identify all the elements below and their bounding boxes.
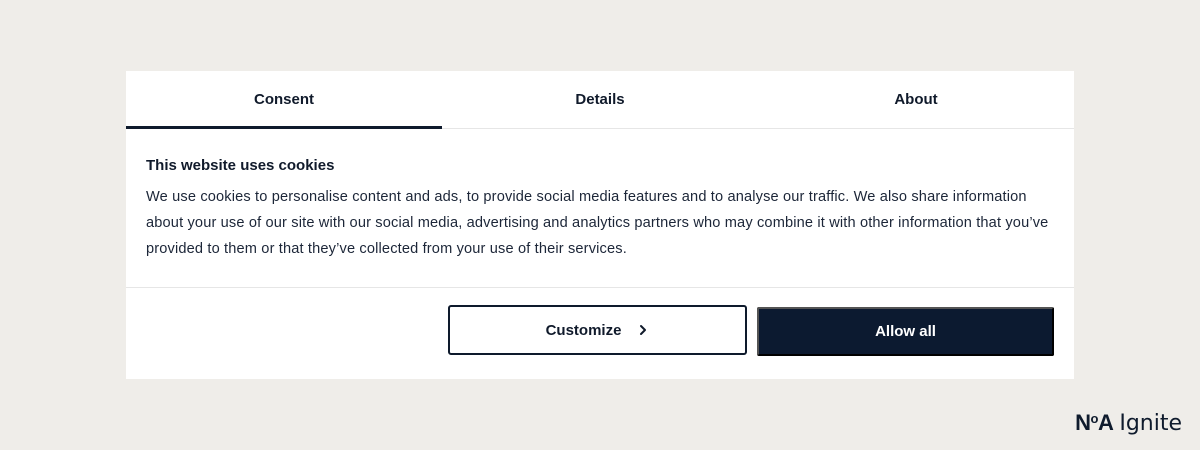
tab-consent[interactable]: Consent [126,71,442,129]
tab-bar: Consent Details About [126,71,1074,129]
consent-description: We use cookies to personalise content an… [146,189,1049,257]
customize-button[interactable]: Customize [448,305,747,355]
logo-ignite-text: Ignite [1119,411,1182,436]
chevron-right-icon [640,325,647,335]
consent-content: This website uses cookies We use cookies… [126,129,1074,288]
logo-noa-text: NoA [1075,410,1114,435]
noa-ignite-logo: NoA Ignite [1075,410,1182,436]
allow-all-button[interactable]: Allow all [757,307,1054,356]
button-row: Customize Allow all [126,288,1074,379]
tab-about[interactable]: About [758,71,1074,128]
consent-heading: This website uses cookies [146,157,335,174]
cookie-consent-dialog: Consent Details About This website uses … [126,71,1074,379]
customize-button-label: Customize [545,321,622,339]
tab-details[interactable]: Details [442,71,758,128]
